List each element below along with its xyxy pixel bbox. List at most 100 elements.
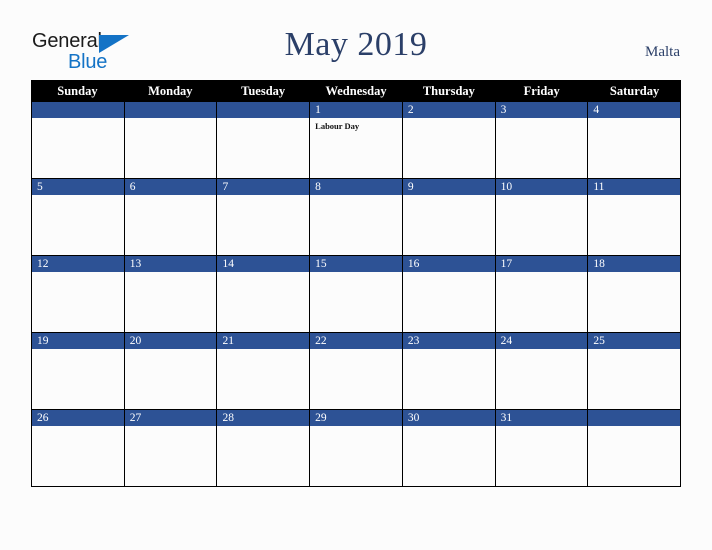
day-events	[310, 272, 402, 275]
day-number: 11	[588, 179, 681, 195]
calendar-day-cell[interactable]: 24	[495, 333, 589, 409]
calendar-day-cell[interactable]: 28	[217, 410, 311, 486]
page-header: General Blue May 2019 Malta	[0, 0, 712, 76]
day-events	[403, 272, 495, 275]
day-number: 17	[495, 256, 588, 272]
day-number: 31	[495, 410, 588, 426]
calendar-day-cell[interactable]: 9	[402, 179, 496, 255]
day-number: 29	[310, 410, 402, 426]
day-number: 20	[124, 333, 217, 349]
calendar-day-cell[interactable]: 8	[310, 179, 403, 255]
calendar-day-cell[interactable]: 29	[310, 410, 403, 486]
day-events	[588, 195, 680, 198]
country-label: Malta	[645, 44, 680, 60]
day-number: 21	[217, 333, 310, 349]
day-number: 22	[310, 333, 402, 349]
calendar-empty-cell	[124, 102, 218, 178]
day-number: 30	[402, 410, 495, 426]
holiday-label: Labour Day	[315, 121, 360, 131]
calendar-day-cell[interactable]: 6	[124, 179, 218, 255]
calendar-day-cell[interactable]: 30	[402, 410, 496, 486]
day-events	[496, 426, 588, 429]
day-number: 12	[32, 256, 124, 272]
day-number	[588, 410, 681, 426]
day-number: 14	[217, 256, 310, 272]
calendar-day-cell[interactable]: 17	[495, 256, 589, 332]
calendar-day-cell[interactable]: 27	[124, 410, 218, 486]
day-events	[403, 118, 495, 121]
day-number: 3	[495, 102, 588, 118]
day-number: 8	[310, 179, 402, 195]
calendar-day-cell[interactable]: 7	[217, 179, 311, 255]
calendar-day-cell[interactable]: 1 Labour Day	[310, 102, 403, 178]
day-number: 13	[124, 256, 217, 272]
day-number	[32, 102, 124, 118]
calendar-day-cell[interactable]: 31	[495, 410, 589, 486]
calendar-week-row: 12 13 14 15 16 17 18	[31, 256, 682, 333]
calendar-day-cell[interactable]: 20	[124, 333, 218, 409]
day-events	[403, 349, 495, 352]
calendar-day-cell[interactable]: 26	[32, 410, 125, 486]
day-events	[217, 118, 309, 121]
day-of-week-header-row: Sunday Monday Tuesday Wednesday Thursday Frid…	[31, 80, 681, 102]
calendar-day-cell[interactable]: 21	[217, 333, 311, 409]
page-title: May 2019	[284, 26, 428, 63]
calendar-day-cell[interactable]: 5	[32, 179, 125, 255]
day-header-monday: Monday	[148, 84, 193, 98]
calendar-grid: Sunday Monday Tuesday Wednesday Thursday Frid…	[31, 80, 682, 487]
calendar-weeks: 1 Labour Day 2 3 4 5 6 7 8 9 10 11 12 13 14 15 16 17 18 19 2…	[31, 102, 682, 487]
calendar-day-cell[interactable]: 16	[402, 256, 496, 332]
day-events	[217, 272, 309, 275]
calendar-empty-cell	[588, 410, 682, 486]
day-number	[217, 102, 310, 118]
day-events	[125, 272, 217, 275]
day-events	[125, 349, 217, 352]
day-number: 1	[310, 102, 402, 118]
calendar-day-cell[interactable]: 10	[495, 179, 589, 255]
day-events	[32, 195, 124, 198]
calendar-day-cell[interactable]: 4	[588, 102, 682, 178]
calendar-day-cell[interactable]: 12	[32, 256, 125, 332]
day-number: 2	[402, 102, 495, 118]
day-number: 6	[124, 179, 217, 195]
day-events	[588, 426, 680, 429]
day-events	[217, 426, 309, 429]
day-events	[217, 349, 309, 352]
day-events	[310, 426, 402, 429]
calendar-day-cell[interactable]: 25	[588, 333, 682, 409]
day-number: 4	[588, 102, 681, 118]
day-events	[310, 349, 402, 352]
calendar-day-cell[interactable]: 2	[402, 102, 496, 178]
day-events	[588, 272, 680, 275]
day-events	[496, 349, 588, 352]
calendar-day-cell[interactable]: 15	[310, 256, 403, 332]
day-number: 5	[32, 179, 124, 195]
day-events: Labour Day	[310, 118, 402, 132]
calendar-day-cell[interactable]: 19	[32, 333, 125, 409]
calendar-week-row: 5 6 7 8 9 10 11	[31, 179, 682, 256]
day-events	[217, 195, 309, 198]
day-events	[125, 118, 217, 121]
day-events	[32, 272, 124, 275]
day-number: 7	[217, 179, 310, 195]
calendar-day-cell[interactable]: 18	[588, 256, 682, 332]
day-number: 10	[495, 179, 588, 195]
day-number: 26	[32, 410, 124, 426]
day-events	[588, 118, 680, 121]
day-number: 28	[217, 410, 310, 426]
day-events	[496, 272, 588, 275]
calendar-day-cell[interactable]: 14	[217, 256, 311, 332]
day-header-sunday: Sunday	[57, 84, 98, 98]
day-events	[310, 195, 402, 198]
day-events	[588, 349, 680, 352]
calendar-day-cell[interactable]: 13	[124, 256, 218, 332]
calendar-day-cell[interactable]: 22	[310, 333, 403, 409]
day-events	[32, 349, 124, 352]
calendar-day-cell[interactable]: 23	[402, 333, 496, 409]
day-number: 18	[588, 256, 681, 272]
day-number: 16	[402, 256, 495, 272]
day-header-thursday: Thursday	[422, 84, 475, 98]
calendar-empty-cell	[32, 102, 125, 178]
calendar-day-cell[interactable]: 11	[588, 179, 682, 255]
calendar-day-cell[interactable]: 3	[495, 102, 589, 178]
